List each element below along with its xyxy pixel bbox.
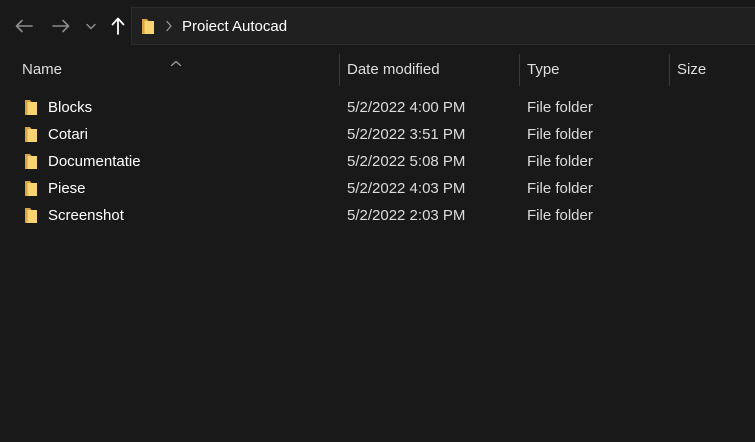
file-type: File folder bbox=[527, 207, 593, 224]
arrow-right-icon bbox=[52, 19, 70, 33]
folder-icon bbox=[24, 207, 38, 229]
back-button[interactable] bbox=[11, 12, 37, 40]
column-divider[interactable] bbox=[669, 54, 670, 86]
file-type: File folder bbox=[527, 153, 593, 170]
file-explorer-window: Proiect Autocad Name Date modified Type … bbox=[0, 0, 755, 442]
folder-icon bbox=[141, 18, 155, 40]
file-row[interactable]: Blocks 5/2/2022 4:00 PM File folder bbox=[0, 94, 755, 121]
column-header-type[interactable]: Type bbox=[527, 61, 560, 78]
file-row[interactable]: Piese 5/2/2022 4:03 PM File folder bbox=[0, 175, 755, 202]
up-button[interactable] bbox=[105, 12, 131, 40]
arrow-left-icon bbox=[15, 19, 33, 33]
folder-icon bbox=[24, 126, 38, 148]
address-bar[interactable]: Proiect Autocad bbox=[131, 7, 755, 45]
file-name[interactable]: Cotari bbox=[48, 126, 88, 143]
chevron-right-icon[interactable] bbox=[165, 19, 173, 37]
file-name[interactable]: Blocks bbox=[48, 99, 92, 116]
file-name[interactable]: Documentatie bbox=[48, 153, 141, 170]
column-header-size[interactable]: Size bbox=[677, 61, 706, 78]
file-date-modified: 5/2/2022 4:00 PM bbox=[347, 99, 466, 116]
column-divider[interactable] bbox=[339, 54, 340, 86]
file-row[interactable]: Screenshot 5/2/2022 2:03 PM File folder bbox=[0, 202, 755, 229]
file-type: File folder bbox=[527, 180, 593, 197]
forward-button[interactable] bbox=[48, 12, 74, 40]
file-date-modified: 5/2/2022 3:51 PM bbox=[347, 126, 466, 143]
file-type: File folder bbox=[527, 99, 593, 116]
file-date-modified: 5/2/2022 2:03 PM bbox=[347, 207, 466, 224]
folder-icon bbox=[24, 180, 38, 202]
column-divider[interactable] bbox=[519, 54, 520, 86]
file-row[interactable]: Cotari 5/2/2022 3:51 PM File folder bbox=[0, 121, 755, 148]
chevron-down-icon bbox=[86, 23, 96, 29]
navigation-toolbar: Proiect Autocad bbox=[0, 0, 755, 52]
file-name[interactable]: Screenshot bbox=[48, 207, 124, 224]
folder-icon bbox=[24, 99, 38, 121]
file-list: Blocks 5/2/2022 4:00 PM File folder Cota… bbox=[0, 94, 755, 229]
column-header-name[interactable]: Name bbox=[22, 61, 62, 78]
file-date-modified: 5/2/2022 5:08 PM bbox=[347, 153, 466, 170]
file-type: File folder bbox=[527, 126, 593, 143]
breadcrumb-current-folder[interactable]: Proiect Autocad bbox=[182, 18, 287, 35]
recent-locations-button[interactable] bbox=[80, 12, 102, 40]
file-row[interactable]: Documentatie 5/2/2022 5:08 PM File folde… bbox=[0, 148, 755, 175]
folder-icon bbox=[24, 153, 38, 175]
file-date-modified: 5/2/2022 4:03 PM bbox=[347, 180, 466, 197]
arrow-up-icon bbox=[111, 17, 125, 35]
column-header-date-modified[interactable]: Date modified bbox=[347, 61, 440, 78]
sort-up-icon bbox=[170, 54, 182, 72]
file-name[interactable]: Piese bbox=[48, 180, 86, 197]
